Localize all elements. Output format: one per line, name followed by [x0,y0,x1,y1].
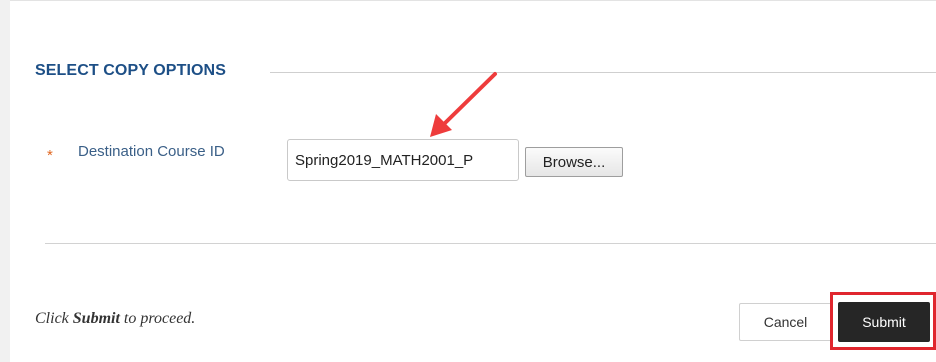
top-rule [10,0,936,1]
browse-button[interactable]: Browse... [525,147,623,177]
destination-course-id-input[interactable] [287,139,519,181]
instruction-prefix: Click [35,310,73,327]
section-divider [45,243,936,244]
left-border [0,0,10,362]
instruction-text: Click Submit to proceed. [35,310,195,328]
cancel-button[interactable]: Cancel [739,303,832,341]
instruction-suffix: to proceed. [119,310,196,327]
destination-course-id-label: Destination Course ID [78,143,225,160]
submit-button[interactable]: Submit [838,302,930,342]
section-title-rule [270,72,936,73]
required-indicator: * [47,147,53,164]
instruction-bold: Submit [72,310,120,327]
section-title: SELECT COPY OPTIONS [35,62,226,79]
